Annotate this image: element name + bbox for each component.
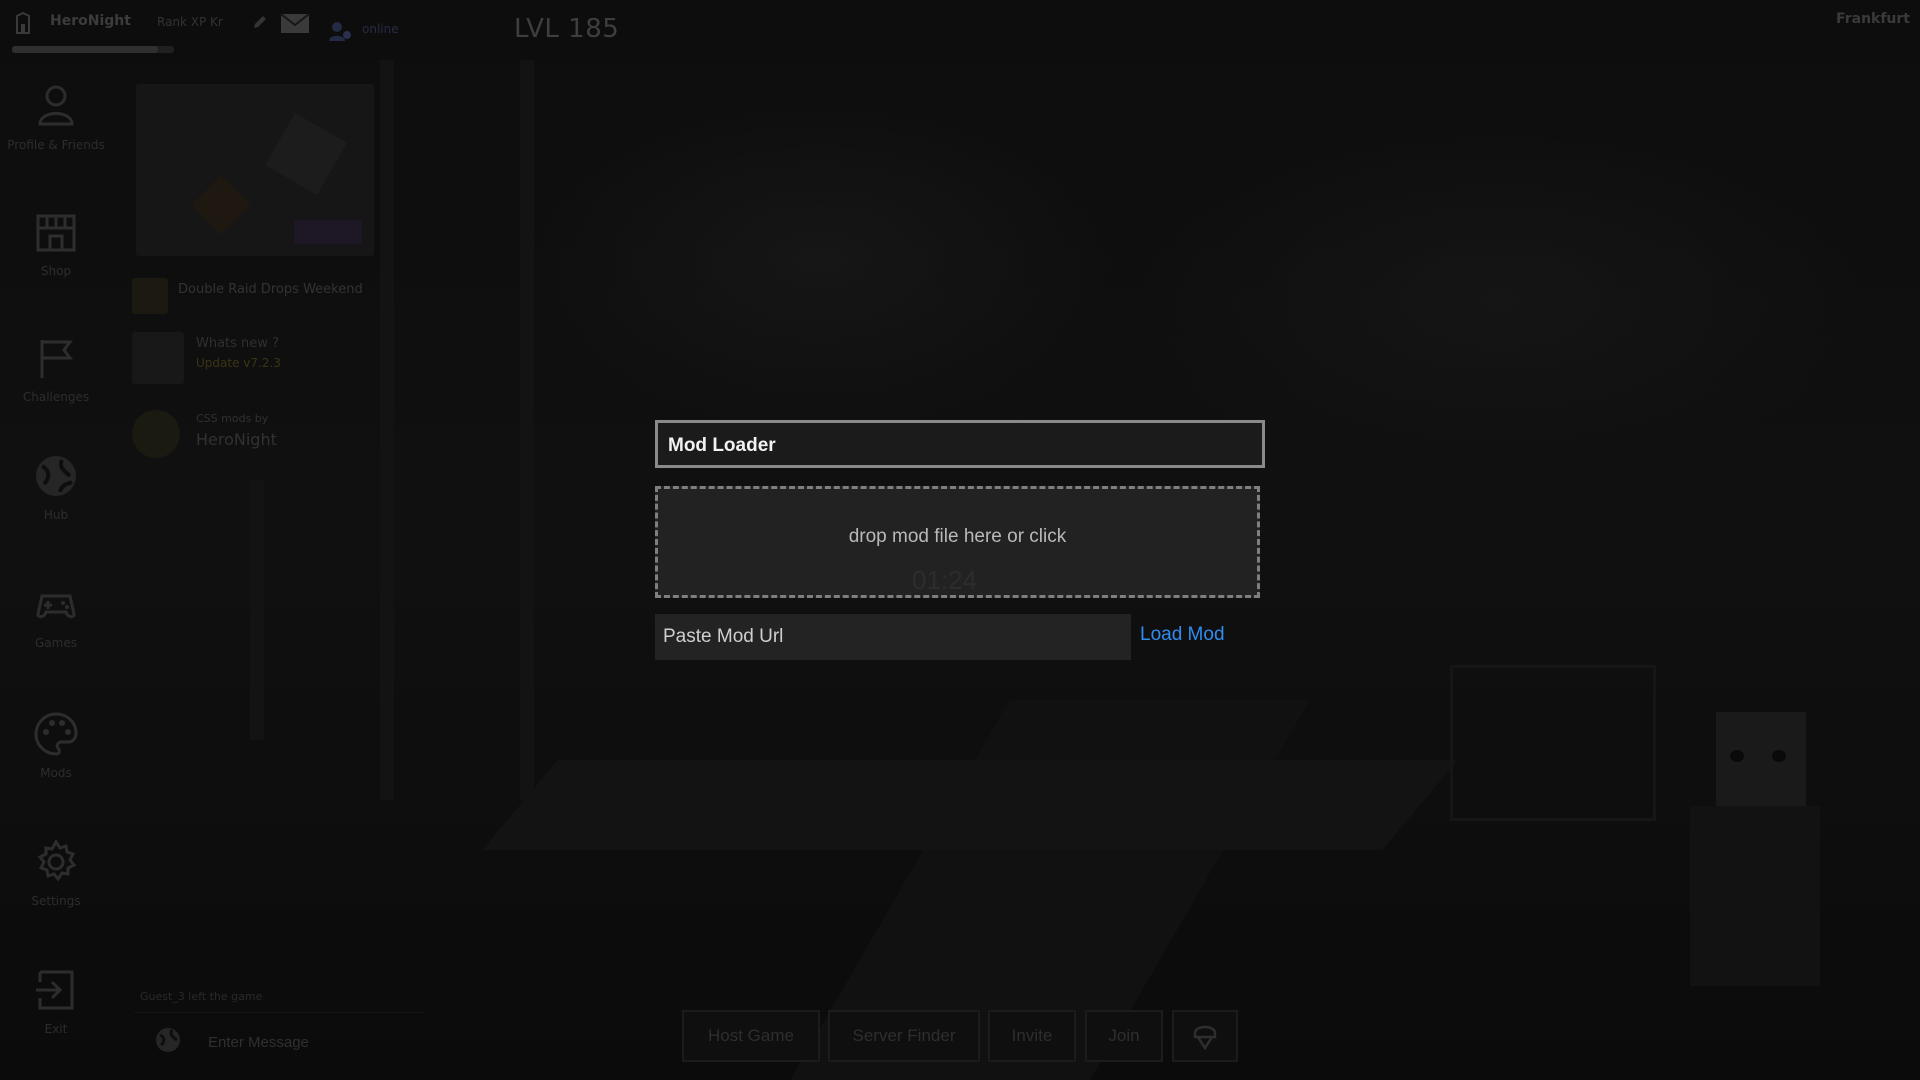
news-thumbnail bbox=[132, 278, 168, 314]
globe-icon[interactable] bbox=[154, 1026, 182, 1054]
palette-icon bbox=[34, 712, 78, 756]
server-finder-button[interactable]: Server Finder bbox=[828, 1010, 980, 1062]
host-game-button[interactable]: Host Game bbox=[682, 1010, 820, 1062]
background-floor bbox=[482, 760, 1458, 850]
player-character-body bbox=[1690, 806, 1820, 986]
sidebar-item-label: Settings bbox=[31, 894, 81, 908]
modal-title: Mod Loader bbox=[668, 435, 776, 456]
news-item[interactable]: Double Raid Drops Weekend bbox=[132, 268, 378, 320]
xp-progress-fill bbox=[12, 46, 158, 53]
news-item-subtitle: Update v7.2.3 bbox=[196, 356, 281, 370]
sidebar-item-hub[interactable]: Hub bbox=[0, 452, 112, 522]
chat-input[interactable] bbox=[206, 1024, 450, 1060]
news-feature-card[interactable] bbox=[136, 84, 374, 256]
currency-label: Kr bbox=[210, 15, 223, 29]
sidebar-item-label: Hub bbox=[43, 508, 69, 522]
news-item-title: Whats new ? bbox=[196, 336, 279, 351]
top-bar: HeroNight Rank XP Kr online LVL 185 Fran… bbox=[0, 0, 1920, 56]
sidebar-item-label: Games bbox=[35, 636, 77, 650]
sidebar-item-label: Challenges bbox=[22, 390, 90, 404]
news-item[interactable]: CSS mods by HeroNight bbox=[132, 408, 378, 460]
mod-url-input[interactable] bbox=[655, 614, 1131, 660]
sidebar-item-label: Profile & Friends bbox=[7, 138, 105, 152]
character-eye bbox=[1730, 750, 1744, 762]
sidebar-item-label: Exit bbox=[44, 1022, 68, 1036]
mod-loader-header: Mod Loader bbox=[655, 420, 1265, 468]
character-eye bbox=[1772, 750, 1786, 762]
news-card-price[interactable] bbox=[294, 220, 362, 244]
pen-icon[interactable] bbox=[252, 14, 268, 30]
background-pillar bbox=[380, 60, 394, 800]
sidebar-item-label: Shop bbox=[40, 264, 72, 278]
player-character-head bbox=[1716, 712, 1806, 806]
news-item-title: Double Raid Drops Weekend bbox=[178, 282, 363, 297]
player-level: LVL 185 bbox=[514, 14, 620, 44]
background-timer: 01:24 bbox=[912, 565, 978, 595]
news-thumbnail bbox=[132, 410, 180, 458]
news-card-art bbox=[191, 175, 251, 235]
xp-label: Rank XP bbox=[157, 15, 207, 29]
chat-divider bbox=[134, 1012, 424, 1013]
background-pillar bbox=[520, 60, 534, 800]
news-item-title: CSS mods by bbox=[196, 412, 269, 425]
sidebar-item-games[interactable]: Games bbox=[0, 580, 112, 650]
sidebar-item-shop[interactable]: Shop bbox=[0, 208, 112, 278]
gamepad-icon bbox=[36, 594, 76, 619]
background-screen bbox=[1450, 665, 1656, 821]
sidebar-item-exit[interactable]: Exit bbox=[0, 966, 112, 1036]
spectate-button[interactable] bbox=[1172, 1010, 1238, 1062]
home-icon[interactable] bbox=[14, 12, 32, 34]
gear-icon bbox=[37, 839, 77, 882]
sidebar-item-label: Mods bbox=[40, 766, 72, 780]
flag-icon bbox=[40, 340, 73, 378]
sidebar-item-settings[interactable]: Settings bbox=[0, 838, 112, 908]
sidebar-item-profile[interactable]: Profile & Friends bbox=[0, 82, 112, 152]
dropzone-text: drop mod file here or click bbox=[848, 526, 1067, 547]
news-item-subtitle: HeroNight bbox=[196, 430, 277, 449]
person-icon bbox=[38, 85, 74, 126]
globe-icon bbox=[36, 456, 76, 496]
exit-icon bbox=[36, 970, 74, 1010]
xp-progress-bar bbox=[12, 46, 174, 53]
username[interactable]: HeroNight bbox=[50, 13, 131, 29]
sidebar-item-challenges[interactable]: Challenges bbox=[0, 334, 112, 404]
sidebar-item-mods[interactable]: Mods bbox=[0, 710, 112, 780]
helmet-icon bbox=[1193, 1025, 1217, 1051]
chat-message: Guest_3 left the game bbox=[140, 990, 263, 1003]
join-button[interactable]: Join bbox=[1085, 1010, 1163, 1062]
mail-icon[interactable] bbox=[280, 12, 310, 34]
news-card-art bbox=[265, 113, 347, 195]
load-mod-button[interactable]: Load Mod bbox=[1140, 624, 1225, 646]
store-icon bbox=[36, 214, 76, 252]
server-region[interactable]: Frankfurt bbox=[1836, 11, 1910, 27]
friends-icon[interactable] bbox=[328, 20, 352, 42]
online-label: online bbox=[362, 22, 399, 36]
background-pillar bbox=[250, 480, 264, 740]
news-item[interactable]: Whats new ? Update v7.2.3 bbox=[132, 330, 378, 384]
invite-button[interactable]: Invite bbox=[988, 1010, 1076, 1062]
news-thumbnail bbox=[132, 332, 184, 384]
